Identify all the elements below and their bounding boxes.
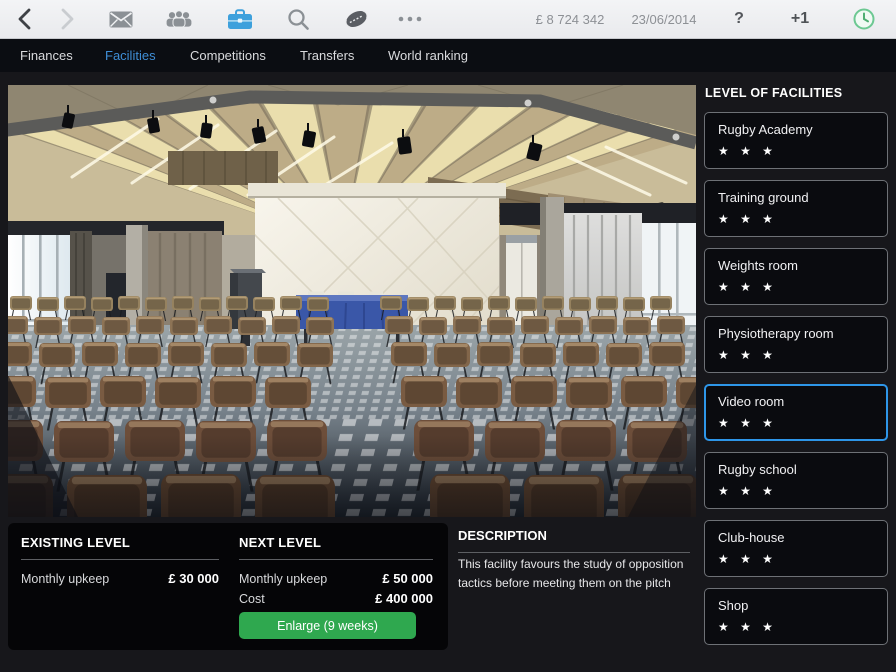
next-upkeep-value: £ 50 000: [382, 571, 433, 586]
facility-card-rugby-academy[interactable]: Rugby Academy ★ ★ ★: [704, 112, 888, 169]
existing-upkeep-label: Monthly upkeep: [21, 572, 109, 586]
match-button[interactable]: [338, 0, 374, 38]
sidebar-title: LEVEL OF FACILITIES: [705, 86, 888, 100]
facility-stars: ★ ★ ★: [718, 416, 874, 430]
enlarge-button[interactable]: Enlarge (9 weeks): [239, 612, 416, 639]
facility-card-video-room[interactable]: Video room ★ ★ ★: [704, 384, 888, 441]
facilities-sidebar: LEVEL OF FACILITIES Rugby Academy ★ ★ ★ …: [704, 85, 888, 656]
description-section: DESCRIPTION This facility favours the st…: [458, 528, 690, 591]
facility-stars: ★ ★ ★: [718, 212, 874, 226]
facility-name: Physiotherapy room: [718, 326, 874, 341]
existing-level-section: EXISTING LEVEL Monthly upkeep £ 30 000: [21, 535, 219, 586]
tab-finances[interactable]: Finances: [20, 39, 73, 72]
facility-stars: ★ ★ ★: [718, 144, 874, 158]
facility-stars: ★ ★ ★: [718, 484, 874, 498]
description-line: This facility favours the study of oppos…: [458, 557, 690, 572]
facility-card-training-ground[interactable]: Training ground ★ ★ ★: [704, 180, 888, 237]
clock-icon: [852, 7, 876, 31]
next-level-section: NEXT LEVEL Monthly upkeep £ 50 000 Cost …: [239, 535, 433, 606]
facility-stars: ★ ★ ★: [718, 552, 874, 566]
forward-button[interactable]: [50, 0, 82, 38]
squad-button[interactable]: [160, 0, 198, 38]
date-text: 23/06/2014: [631, 12, 696, 27]
people-icon: [165, 10, 193, 28]
mail-icon: [109, 11, 133, 28]
facility-name: Rugby Academy: [718, 122, 874, 137]
plus-one-label: +1: [791, 10, 809, 28]
facility-name: Video room: [718, 394, 874, 409]
back-button[interactable]: [10, 0, 42, 38]
advance-day-button[interactable]: +1: [782, 0, 818, 38]
facility-name: Training ground: [718, 190, 874, 205]
facility-stars: ★ ★ ★: [718, 348, 874, 362]
mail-button[interactable]: [104, 0, 138, 38]
tab-facilities[interactable]: Facilities: [105, 39, 156, 72]
top-toolbar: £ 8 724 342 23/06/2014 ? +1: [0, 0, 896, 39]
facility-card-physiotherapy-room[interactable]: Physiotherapy room ★ ★ ★: [704, 316, 888, 373]
search-icon: [287, 8, 310, 31]
search-button[interactable]: [281, 0, 315, 38]
chevron-right-icon: [55, 7, 77, 31]
facility-name: Rugby school: [718, 462, 874, 477]
section-tabbar: Finances Facilities Competitions Transfe…: [0, 39, 896, 72]
tab-world-ranking[interactable]: World ranking: [388, 39, 468, 72]
description-line: tactics before meeting them on the pitch: [458, 576, 690, 591]
facility-stars: ★ ★ ★: [718, 280, 874, 294]
facility-card-weights-room[interactable]: Weights room ★ ★ ★: [704, 248, 888, 305]
chevron-left-icon: [15, 7, 37, 31]
existing-level-title: EXISTING LEVEL: [21, 535, 219, 560]
next-upkeep-label: Monthly upkeep: [239, 572, 327, 586]
continue-button[interactable]: [846, 0, 882, 38]
existing-upkeep-value: £ 30 000: [168, 571, 219, 586]
game-date: 23/06/2014: [624, 0, 704, 38]
facility-name: Club-house: [718, 530, 874, 545]
rugby-ball-icon: [343, 8, 370, 30]
facility-card-shop[interactable]: Shop ★ ★ ★: [704, 588, 888, 645]
level-panel: EXISTING LEVEL Monthly upkeep £ 30 000 N…: [8, 523, 448, 650]
more-button[interactable]: [392, 0, 428, 38]
more-icon: [398, 16, 422, 22]
facility-card-rugby-school[interactable]: Rugby school ★ ★ ★: [704, 452, 888, 509]
club-button[interactable]: [222, 0, 258, 38]
club-balance: £ 8 724 342: [528, 0, 612, 38]
tab-transfers[interactable]: Transfers: [300, 39, 354, 72]
description-title: DESCRIPTION: [458, 528, 690, 553]
next-cost-value: £ 400 000: [375, 591, 433, 606]
facility-photo: [8, 85, 696, 517]
tab-competitions[interactable]: Competitions: [190, 39, 266, 72]
facility-card-club-house[interactable]: Club-house ★ ★ ★: [704, 520, 888, 577]
balance-text: £ 8 724 342: [536, 12, 605, 27]
facility-name: Shop: [718, 598, 874, 613]
help-label: ?: [734, 10, 744, 28]
facility-name: Weights room: [718, 258, 874, 273]
briefcase-icon: [227, 9, 253, 30]
app-window: £ 8 724 342 23/06/2014 ? +1 Finances Fac…: [0, 0, 896, 672]
facility-stars: ★ ★ ★: [718, 620, 874, 634]
next-cost-label: Cost: [239, 592, 265, 606]
next-level-title: NEXT LEVEL: [239, 535, 433, 560]
help-button[interactable]: ?: [724, 0, 754, 38]
